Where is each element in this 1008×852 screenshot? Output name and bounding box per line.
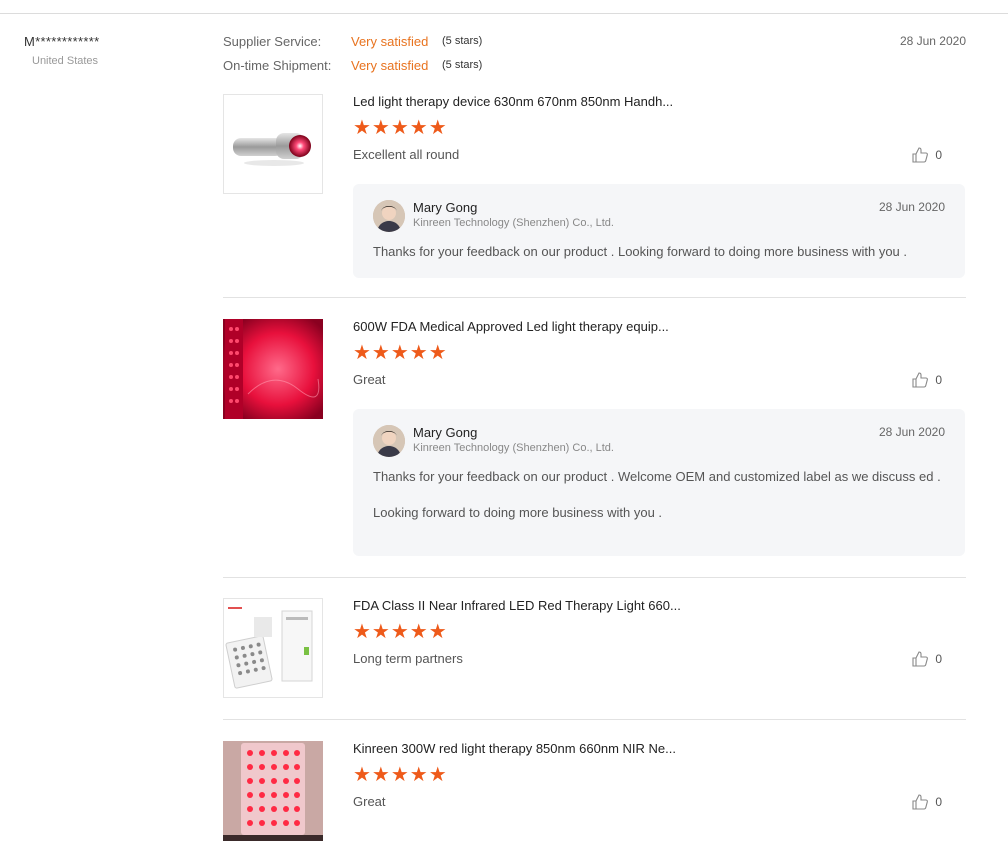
- review-comment: Great: [353, 794, 386, 809]
- star-rating: ★★★★★: [353, 117, 448, 139]
- reply-company: Kinreen Technology (Shenzhen) Co., Ltd.: [413, 442, 614, 454]
- rating-stars-text: (5 stars): [442, 59, 483, 71]
- avatar: [373, 200, 405, 232]
- review-comment: Excellent all round: [353, 147, 460, 162]
- reply-date: 28 Jun 2020: [878, 200, 945, 214]
- reply-date: 28 Jun 2020: [878, 425, 945, 439]
- reply-author-name: Mary Gong: [413, 425, 478, 440]
- like-button[interactable]: 0: [911, 650, 942, 668]
- led-panel-product-photo[interactable]: [223, 598, 323, 698]
- like-button[interactable]: 0: [911, 371, 942, 389]
- product-title-link[interactable]: Led light therapy device 630nm 670nm 850…: [353, 94, 673, 109]
- thumbs-up-icon: [912, 147, 929, 163]
- star-rating: ★★★★★: [353, 621, 448, 643]
- thumbs-up-icon: [912, 651, 929, 667]
- reply-paragraph: Thanks for your feedback on our product …: [373, 469, 941, 484]
- like-button[interactable]: 0: [911, 146, 942, 164]
- review-item: 600W FDA Medical Approved Led light ther…: [223, 319, 966, 578]
- item-divider: [223, 297, 966, 298]
- reply-author-name: Mary Gong: [413, 200, 478, 215]
- review-item: Kinreen 300W red light therapy 850nm 660…: [223, 741, 966, 852]
- item-divider: [223, 719, 966, 720]
- like-count: 0: [935, 373, 942, 387]
- review-item: FDA Class II Near Infrared LED Red Thera…: [223, 598, 966, 720]
- like-count: 0: [935, 652, 942, 666]
- rating-label: On-time Shipment:: [223, 58, 332, 73]
- item-divider: [223, 577, 966, 578]
- product-title-link[interactable]: Kinreen 300W red light therapy 850nm 660…: [353, 741, 676, 756]
- rating-label: Supplier Service:: [223, 34, 322, 49]
- handheld-led-device-photo[interactable]: [223, 94, 323, 194]
- review-item: Led light therapy device 630nm 670nm 850…: [223, 94, 966, 298]
- reply-paragraph: Thanks for your feedback on our product …: [373, 244, 908, 259]
- reply-company: Kinreen Technology (Shenzhen) Co., Ltd.: [413, 217, 614, 229]
- rating-row-on-time-shipment: On-time Shipment: Very satisfied (5 star…: [223, 58, 523, 82]
- supplier-ratings: Supplier Service: Very satisfied (5 star…: [223, 34, 523, 82]
- rating-row-supplier-service: Supplier Service: Very satisfied (5 star…: [223, 34, 523, 58]
- supplier-reply: Mary Gong Kinreen Technology (Shenzhen) …: [353, 409, 965, 556]
- buyer-name: M************: [24, 34, 100, 49]
- review-comment: Long term partners: [353, 651, 463, 666]
- rating-value: Very satisfied: [351, 58, 429, 73]
- reply-paragraph: Looking forward to doing more business w…: [373, 505, 663, 520]
- reply-text: Thanks for your feedback on our product …: [373, 468, 945, 522]
- thumbs-up-icon: [912, 794, 929, 810]
- red-light-panel-photo[interactable]: [223, 319, 323, 419]
- avatar: [373, 425, 405, 457]
- buyer-info: M************ United States: [24, 34, 99, 67]
- star-rating: ★★★★★: [353, 764, 448, 786]
- product-title-link[interactable]: FDA Class II Near Infrared LED Red Thera…: [353, 598, 681, 613]
- star-rating: ★★★★★: [353, 342, 448, 364]
- buyer-country: United States: [32, 55, 99, 67]
- like-count: 0: [935, 795, 942, 809]
- supplier-reply: Mary Gong Kinreen Technology (Shenzhen) …: [353, 184, 965, 278]
- like-button[interactable]: 0: [911, 793, 942, 811]
- review-comment: Great: [353, 372, 386, 387]
- top-divider: [0, 13, 1008, 14]
- red-led-panel-photo[interactable]: [223, 741, 323, 841]
- rating-stars-text: (5 stars): [442, 35, 483, 47]
- product-title-link[interactable]: 600W FDA Medical Approved Led light ther…: [353, 319, 669, 334]
- like-count: 0: [935, 148, 942, 162]
- rating-value: Very satisfied: [351, 34, 429, 49]
- reply-text: Thanks for your feedback on our product …: [373, 243, 945, 261]
- thumbs-up-icon: [912, 372, 929, 388]
- review-date: 28 Jun 2020: [899, 34, 966, 48]
